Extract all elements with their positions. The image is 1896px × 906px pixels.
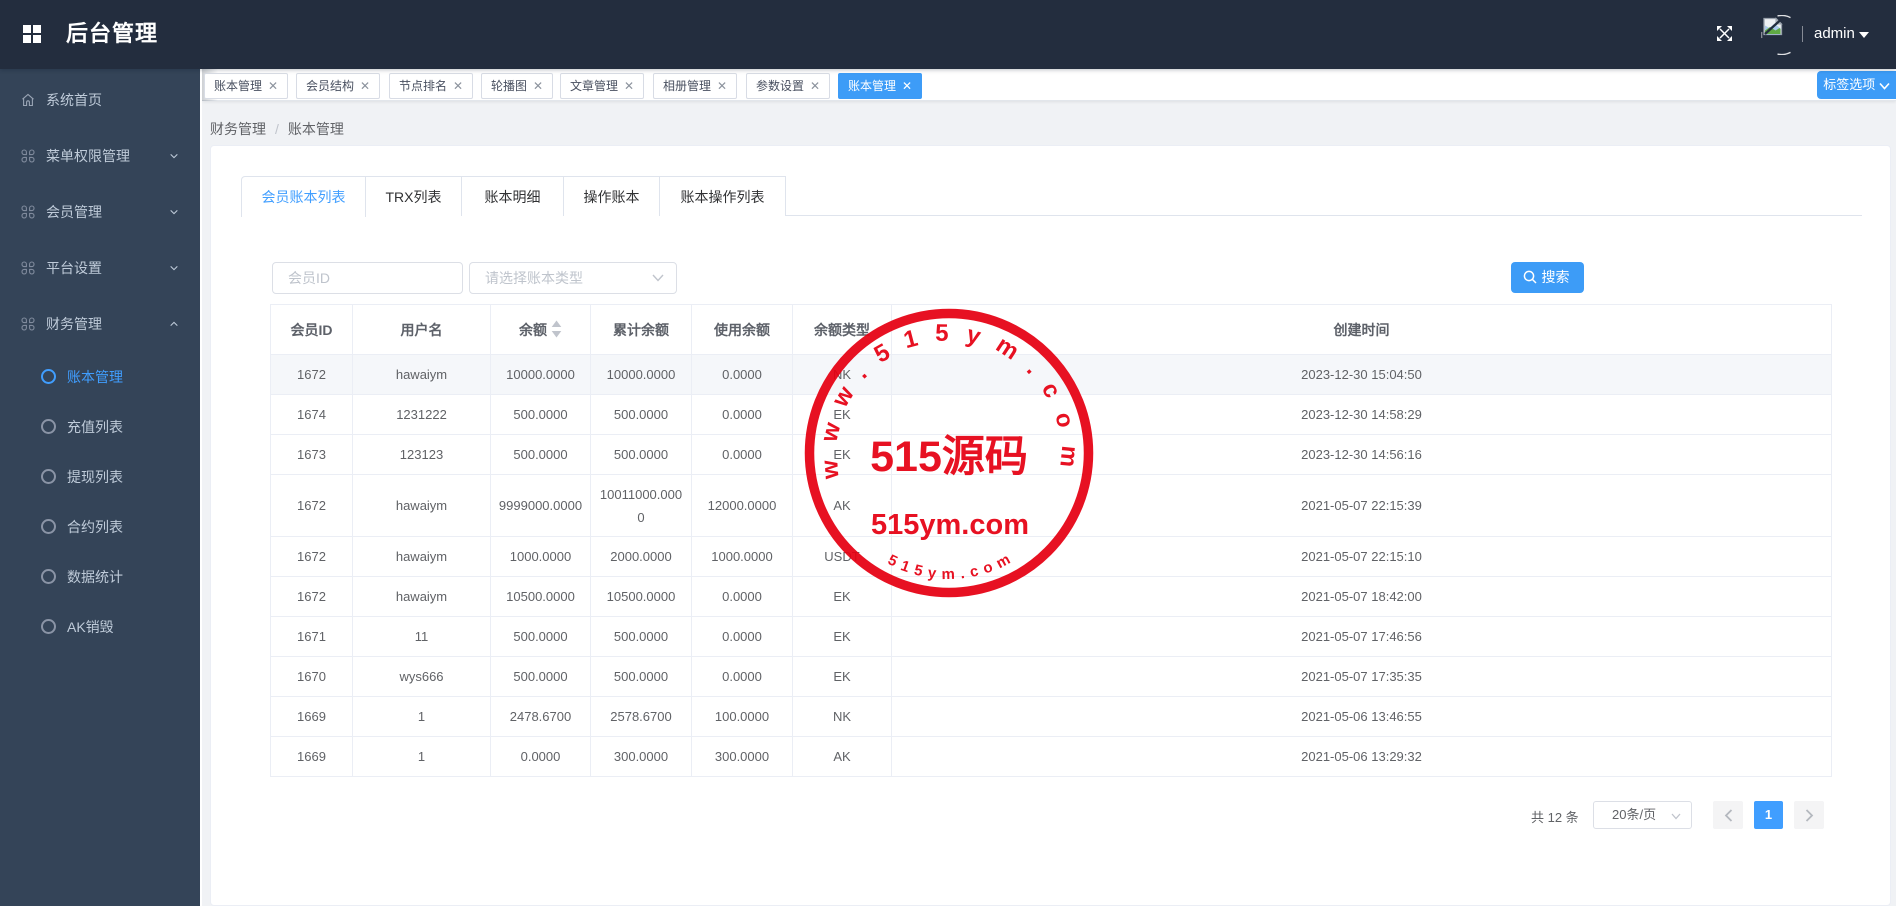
svg-text:515源码: 515源码 [870,433,1028,481]
svg-text:515ym.com: 515ym.com [885,548,1018,583]
svg-text:515ym.com: 515ym.com [871,509,1029,541]
